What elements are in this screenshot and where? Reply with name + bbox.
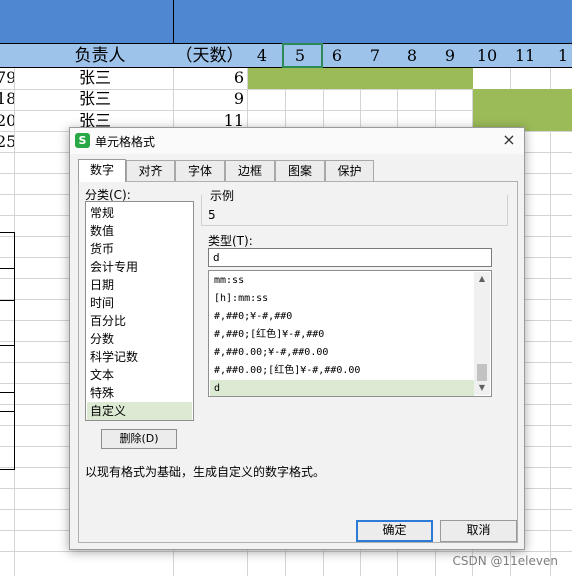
category-item[interactable]: 分数	[87, 330, 192, 348]
row-start-value: 20	[0, 111, 14, 130]
category-item[interactable]: 特殊	[87, 384, 192, 402]
scroll-down-icon[interactable]: ▼	[474, 381, 490, 395]
delete-button[interactable]: 删除(D)	[101, 429, 177, 449]
tab-5[interactable]: 保护	[325, 160, 374, 181]
format-item[interactable]: #,##0;¥-#,##0	[210, 308, 474, 326]
format-list-scrollbar[interactable]: ▲ ▼	[474, 272, 490, 395]
row-days: 9	[233, 89, 244, 108]
row-owner: 张三	[78, 68, 111, 87]
category-item[interactable]: 自定义	[87, 402, 192, 420]
table-border-line	[0, 300, 15, 301]
category-item[interactable]: 数值	[87, 222, 192, 240]
tab-1[interactable]: 对齐	[126, 160, 175, 181]
gantt-bar-row1	[248, 68, 473, 89]
category-item[interactable]: 百分比	[87, 312, 192, 330]
scrollbar-thumb[interactable]	[477, 364, 487, 381]
table-border-line	[0, 268, 15, 269]
table-border-bottom	[0, 469, 15, 470]
tab-2[interactable]: 字体	[175, 160, 225, 181]
dialog-title: 单元格格式	[95, 135, 156, 149]
day-column-header: 8	[406, 46, 418, 65]
scroll-up-icon[interactable]: ▲	[474, 272, 490, 286]
tab-3[interactable]: 边框	[225, 160, 275, 181]
row-start-value: 79	[0, 68, 14, 87]
table-border-line	[0, 411, 15, 412]
responsible-header: 负责人	[74, 46, 126, 66]
category-item[interactable]: 文本	[87, 366, 192, 384]
sample-group	[201, 195, 508, 226]
tab-4[interactable]: 图案	[275, 160, 325, 181]
category-item[interactable]: 日期	[87, 276, 192, 294]
type-input[interactable]: d	[208, 248, 492, 267]
format-item[interactable]: [h]:mm:ss	[210, 290, 474, 308]
close-icon[interactable]: ×	[500, 131, 518, 149]
watermark: CSDN @11eleven	[452, 554, 559, 568]
selected-cell[interactable]	[282, 43, 323, 68]
gridline	[0, 551, 572, 552]
table-border-top	[0, 232, 15, 233]
day-column-header: 11	[514, 46, 536, 65]
day-column-header: 4	[256, 46, 268, 65]
category-item[interactable]: 会计专用	[87, 258, 192, 276]
gridline	[550, 0, 551, 576]
app-logo-icon: S	[75, 133, 90, 148]
format-description: 以现有格式为基础，生成自定义的数字格式。	[85, 465, 326, 479]
day-column-header: 7	[369, 46, 381, 65]
format-item[interactable]: #,##0.00;¥-#,##0.00	[210, 344, 474, 362]
format-cells-dialog: S 单元格格式 × 数字 对齐 字体 边框 图案 保护 分类(C): 常规 数值 货币 会计专用…	[69, 127, 525, 550]
gantt-bar-row2	[473, 89, 572, 110]
format-item[interactable]: #,##0.00;[红色]¥-#,##0.00	[210, 362, 474, 380]
table-border-line	[0, 392, 15, 393]
type-label: 类型(T):	[208, 234, 253, 248]
category-list[interactable]: 常规 数值 货币 会计专用 日期 时间 百分比 分数 科学记数 文本 特殊 自定义	[85, 201, 194, 421]
days-header: （天数）	[175, 46, 244, 66]
format-list[interactable]: mm:ss [h]:mm:ss #,##0;¥-#,##0 #,##0;[红色]¥-#…	[208, 270, 492, 397]
row-start-value: 25	[0, 132, 14, 151]
ok-button[interactable]: 确定	[356, 520, 433, 542]
category-item[interactable]: 科学记数	[87, 348, 192, 366]
row-start-value: 18	[0, 89, 14, 108]
table-border-line	[0, 345, 15, 346]
category-item[interactable]: 时间	[87, 294, 192, 312]
row-days: 6	[233, 68, 244, 87]
day-column-header: 10	[476, 46, 498, 65]
format-item[interactable]: #,##0;[红色]¥-#,##0	[210, 326, 474, 344]
day-column-header: 6	[331, 46, 343, 65]
category-item[interactable]: 货币	[87, 240, 192, 258]
dialog-titlebar[interactable]: S 单元格格式 ×	[70, 128, 524, 154]
header-band	[0, 0, 572, 43]
sample-label: 示例	[210, 189, 235, 203]
cancel-button[interactable]: 取消	[440, 520, 517, 542]
day-column-header: 1	[557, 46, 569, 65]
format-item[interactable]: d	[210, 380, 474, 396]
sample-value: 5	[208, 208, 216, 222]
day-column-header: 9	[444, 46, 456, 65]
format-item[interactable]: mm:ss	[210, 272, 474, 290]
tab-0[interactable]: 数字	[78, 159, 126, 182]
category-item[interactable]: 常规	[87, 204, 192, 222]
row-owner: 张三	[78, 89, 111, 108]
